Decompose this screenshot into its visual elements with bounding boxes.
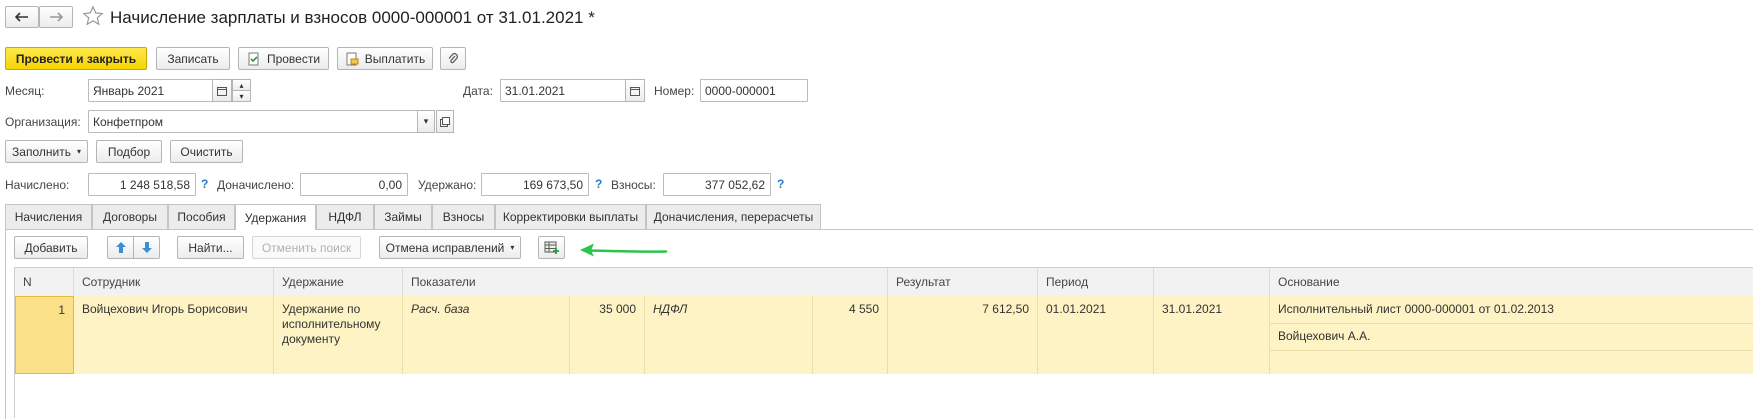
basis-person: Войцехович А.А. xyxy=(1278,329,1371,343)
add-button[interactable]: Добавить xyxy=(14,236,88,259)
chevron-down-icon: ▾ xyxy=(510,243,515,252)
calendar-icon xyxy=(630,86,640,96)
org-field[interactable]: Конфетпром xyxy=(88,110,418,133)
clear-button[interactable]: Очистить xyxy=(170,140,243,163)
basis-cell[interactable]: Исполнительный лист 0000-000001 от 01.02… xyxy=(1270,296,1753,374)
contributions-field[interactable]: 377 052,62 xyxy=(663,173,771,196)
table-add-icon xyxy=(544,241,559,254)
chevron-down-icon: ▾ xyxy=(76,147,81,156)
period-start-cell[interactable]: 01.01.2021 xyxy=(1038,296,1154,374)
favorite-star-icon[interactable] xyxy=(82,5,104,30)
col-header-n[interactable]: N xyxy=(15,268,74,296)
move-down-button[interactable] xyxy=(133,236,160,259)
extra-accrued-field[interactable]: 0,00 xyxy=(300,173,408,196)
tab-payment-corrections[interactable]: Корректировки выплаты xyxy=(495,204,646,229)
pay-doc-icon xyxy=(346,52,359,65)
move-up-button[interactable] xyxy=(107,236,134,259)
fill-button[interactable]: Заполнить ▾ xyxy=(5,140,88,163)
post-button[interactable]: Провести xyxy=(238,47,329,70)
page-title: Начисление зарплаты и взносов 0000-00000… xyxy=(110,8,595,27)
month-label: Месяц: xyxy=(5,84,45,98)
cancel-corrections-label: Отмена исправлений xyxy=(385,240,505,255)
number-field[interactable]: 0000-000001 xyxy=(700,79,808,102)
basis-line-divider xyxy=(1270,323,1753,324)
help-icon[interactable]: ? xyxy=(595,177,602,191)
arrow-left-icon xyxy=(15,12,28,22)
pay-button-label: Выплатить xyxy=(364,51,426,66)
annotation-arrow-icon xyxy=(578,242,670,261)
fill-button-label: Заполнить xyxy=(12,144,71,159)
period-end-cell[interactable]: 31.01.2021 xyxy=(1154,296,1270,374)
arrow-down-icon xyxy=(141,242,152,253)
row-number: 1 xyxy=(58,303,65,317)
tab-benefits[interactable]: Пособия xyxy=(168,204,235,229)
employee-cell[interactable]: Войцехович Игорь Борисович xyxy=(74,296,274,374)
post-doc-icon xyxy=(248,52,259,65)
forward-button[interactable] xyxy=(39,6,73,28)
help-icon[interactable]: ? xyxy=(777,177,784,191)
org-open-button[interactable] xyxy=(436,110,454,133)
row-number-cell[interactable]: 1 xyxy=(15,296,74,374)
calendar-icon xyxy=(217,86,227,96)
help-icon[interactable]: ? xyxy=(201,177,208,191)
month-calendar-button[interactable] xyxy=(212,79,232,102)
result-cell[interactable]: 7 612,50 xyxy=(888,296,1038,374)
accrued-label: Начислено: xyxy=(5,178,70,192)
tab-loans[interactable]: Займы xyxy=(374,204,432,229)
indicator-2-value-cell[interactable]: 4 550 xyxy=(813,296,888,374)
paperclip-icon xyxy=(448,52,458,63)
extra-accrued-label: Доначислено: xyxy=(217,178,295,192)
date-calendar-button[interactable] xyxy=(625,79,645,102)
month-field[interactable]: Январь 2021 xyxy=(88,79,213,102)
post-button-label: Провести xyxy=(266,51,321,66)
month-down-button[interactable]: ▾ xyxy=(232,90,251,102)
number-label: Номер: xyxy=(654,84,695,98)
pay-button[interactable]: Выплатить xyxy=(337,47,433,70)
accrued-field[interactable]: 1 248 518,58 xyxy=(88,173,196,196)
tab-accruals[interactable]: Начисления xyxy=(5,204,92,229)
save-button[interactable]: Записать xyxy=(156,47,230,70)
back-button[interactable] xyxy=(5,6,39,28)
date-field[interactable]: 31.01.2021 xyxy=(500,79,626,102)
arrow-right-icon xyxy=(50,12,63,22)
col-header-result[interactable]: Результат xyxy=(888,268,1038,296)
col-header-indicators[interactable]: Показатели xyxy=(403,268,888,296)
contributions-label: Взносы: xyxy=(611,178,656,192)
post-and-close-button[interactable]: Провести и закрыть xyxy=(5,47,147,70)
col-header-period[interactable]: Период xyxy=(1038,268,1154,296)
col-header-period-end[interactable] xyxy=(1154,268,1270,296)
col-header-basis[interactable]: Основание xyxy=(1270,268,1753,296)
basis-document: Исполнительный лист 0000-000001 от 01.02… xyxy=(1278,302,1554,316)
arrow-up-icon xyxy=(115,242,126,253)
org-dropdown-button[interactable]: ▾ xyxy=(417,110,435,133)
org-label: Организация: xyxy=(5,115,81,129)
table-body-empty xyxy=(14,374,1753,418)
tab-ndfl[interactable]: НДФЛ xyxy=(316,204,374,229)
indicator-1-name-cell[interactable]: Расч. база xyxy=(403,296,570,374)
find-button[interactable]: Найти... xyxy=(177,236,244,259)
chevron-down-icon: ▾ xyxy=(423,116,429,126)
tab-contracts[interactable]: Договоры xyxy=(92,204,168,229)
withheld-field[interactable]: 169 673,50 xyxy=(481,173,589,196)
withheld-label: Удержано: xyxy=(418,178,477,192)
open-link-icon xyxy=(440,116,450,127)
date-label: Дата: xyxy=(463,84,493,98)
pick-button[interactable]: Подбор xyxy=(96,140,162,163)
indicator-2-name-cell[interactable]: НДФЛ xyxy=(645,296,813,374)
tab-contributions[interactable]: Взносы xyxy=(432,204,495,229)
indicator-1-value-cell[interactable]: 35 000 xyxy=(570,296,645,374)
deduction-cell[interactable]: Удержание по исполнительному документу xyxy=(274,296,403,374)
tab-deductions[interactable]: Удержания xyxy=(235,204,316,230)
col-header-deduction[interactable]: Удержание xyxy=(274,268,403,296)
table-settings-button[interactable] xyxy=(538,236,565,259)
attach-button[interactable] xyxy=(440,47,466,70)
basis-line-divider xyxy=(1270,350,1753,351)
tab-recalculations[interactable]: Доначисления, перерасчеты xyxy=(646,204,821,229)
cancel-corrections-button[interactable]: Отмена исправлений ▾ xyxy=(379,236,521,259)
cancel-search-button[interactable]: Отменить поиск xyxy=(252,236,361,259)
col-header-employee[interactable]: Сотрудник xyxy=(74,268,274,296)
